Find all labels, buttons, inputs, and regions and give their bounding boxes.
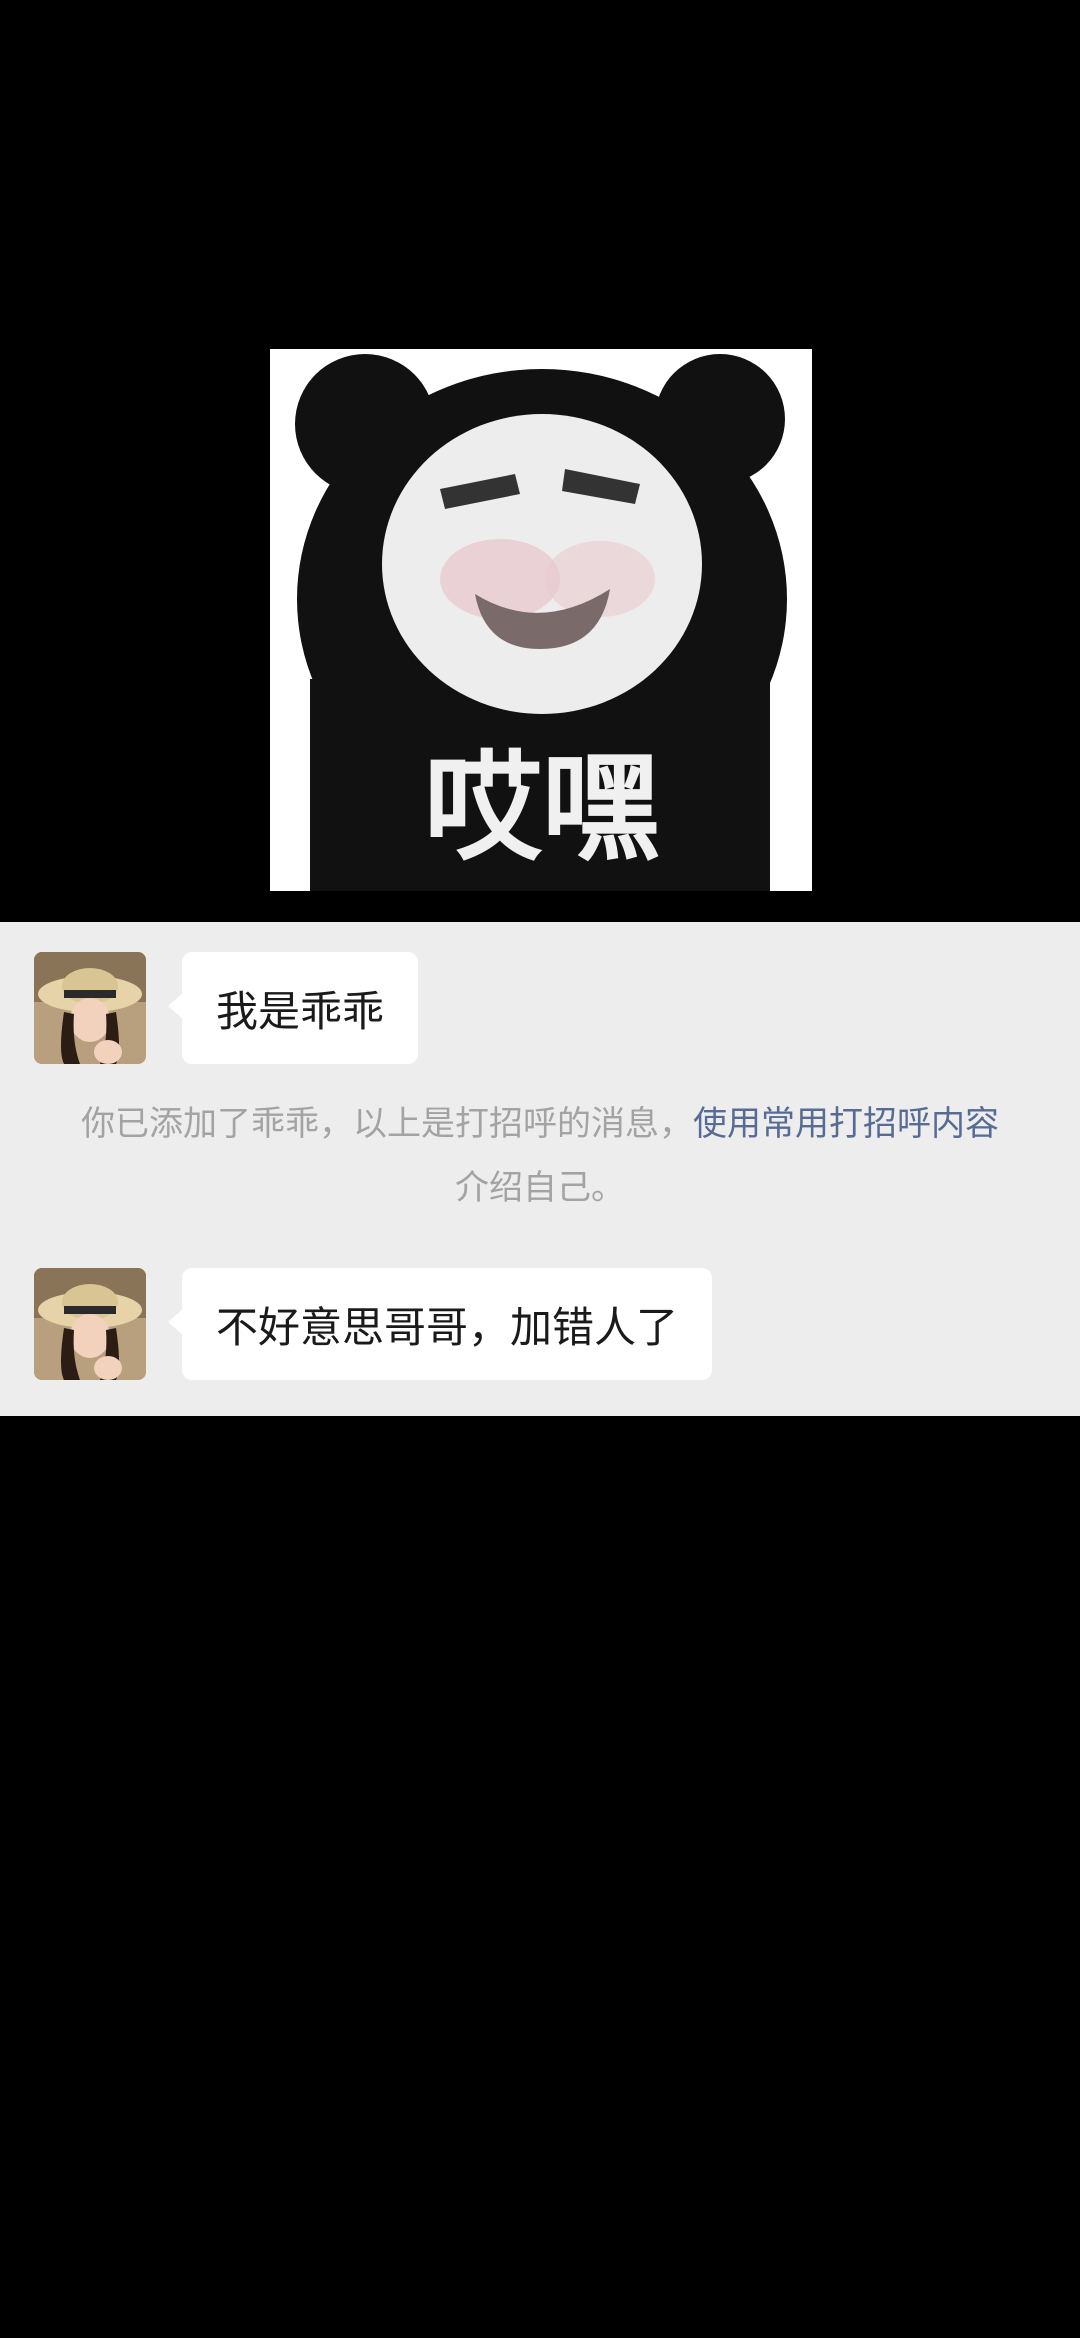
avatar[interactable] bbox=[34, 1268, 146, 1380]
message-text: 我是乖乖 bbox=[216, 986, 385, 1036]
avatar-girl-straw-hat-icon bbox=[34, 952, 146, 1064]
sticker-caption: 哎嘿 bbox=[424, 739, 660, 877]
system-notice: 你已添加了乖乖，以上是打招呼的消息，使用常用打招呼内容介绍自己。 bbox=[70, 1092, 1010, 1220]
system-notice-suffix: 介绍自己。 bbox=[455, 1168, 625, 1208]
message-bubble[interactable]: 不好意思哥哥，加错人了 bbox=[167, 1268, 713, 1380]
sticker-image[interactable]: 哎嘿 bbox=[270, 349, 812, 891]
panda-meme-icon: 哎嘿 bbox=[270, 349, 812, 891]
system-notice-prefix: 你已添加了乖乖，以上是打招呼的消息， bbox=[81, 1104, 693, 1144]
message-text: 不好意思哥哥，加错人了 bbox=[216, 1302, 679, 1352]
chat-message-list[interactable]: 我是乖乖 你已添加了乖乖，以上是打招呼的消息，使用常用打招呼内容介绍自己。 不好… bbox=[0, 922, 1080, 1416]
greeting-template-link[interactable]: 使用常用打招呼内容 bbox=[693, 1104, 999, 1144]
message-bubble[interactable]: 我是乖乖 bbox=[167, 952, 419, 1064]
avatar[interactable] bbox=[34, 952, 146, 1064]
avatar-girl-straw-hat-icon bbox=[34, 1268, 146, 1380]
